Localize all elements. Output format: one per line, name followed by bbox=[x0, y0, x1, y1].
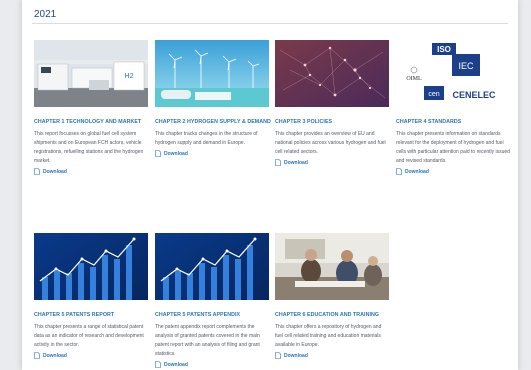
svg-text:H2: H2 bbox=[125, 73, 134, 80]
chapter-4-thumbnail[interactable]: ISO IEC OIML cen CENELEC bbox=[396, 40, 510, 107]
year-heading: 2021 bbox=[34, 9, 57, 20]
chapter-card-7: CHAPTER 6 EDUCATION AND TRAINING This ch… bbox=[275, 233, 389, 359]
oiml-logo: OIML bbox=[406, 76, 422, 82]
cenelec-logo: CENELEC bbox=[452, 90, 496, 100]
chapter-3-title[interactable]: CHAPTER 3 POLICIES bbox=[275, 119, 389, 125]
chapter-card-3: CHAPTER 3 POLICIES This chapter provides… bbox=[275, 40, 389, 166]
chapter-7-download-link[interactable]: Download bbox=[275, 352, 389, 359]
document-icon bbox=[275, 159, 281, 166]
document-icon bbox=[34, 352, 40, 359]
chapter-4-download-link[interactable]: Download bbox=[396, 168, 510, 175]
download-label: Download bbox=[284, 352, 308, 359]
chapter-5-download-link[interactable]: Download bbox=[34, 352, 148, 359]
growth-chart-image bbox=[155, 233, 269, 300]
chapter-1-thumbnail[interactable]: H2 bbox=[34, 40, 148, 107]
chapter-2-download-link[interactable]: Download bbox=[155, 150, 269, 157]
document-icon bbox=[396, 168, 402, 175]
growth-chart-image bbox=[34, 233, 148, 300]
chapter-card-4: ISO IEC OIML cen CENELEC CHAPTER 4 STAND… bbox=[396, 40, 510, 175]
reports-panel: 2021 H2 CHAPTER 1 TECHNOLOGY AND MARKET … bbox=[22, 0, 518, 370]
year-divider bbox=[32, 23, 508, 24]
chapter-2-title[interactable]: CHAPTER 2 HYDROGEN SUPPLY & DEMAND bbox=[155, 119, 271, 125]
cen-logo: cen bbox=[428, 91, 439, 98]
chapter-6-title[interactable]: CHAPTER 5 PATENTS APPENDIX bbox=[155, 312, 269, 318]
iec-logo: IEC bbox=[458, 61, 474, 71]
download-label: Download bbox=[164, 150, 188, 157]
download-label: Download bbox=[405, 168, 429, 175]
chapter-3-download-link[interactable]: Download bbox=[275, 159, 389, 166]
chapter-1-description: This report focusses on global fuel cell… bbox=[34, 131, 144, 164]
standards-logos-image: ISO IEC OIML cen CENELEC bbox=[396, 40, 510, 107]
chapter-4-title[interactable]: CHAPTER 4 STANDARDS bbox=[396, 119, 510, 125]
chapter-3-thumbnail[interactable] bbox=[275, 40, 389, 107]
chapter-card-2: CHAPTER 2 HYDROGEN SUPPLY & DEMAND This … bbox=[155, 40, 271, 157]
chapter-card-5: CHAPTER 5 PATENTS REPORT This chapter pr… bbox=[34, 233, 148, 359]
document-icon bbox=[155, 361, 161, 368]
chapter-5-description: This chapter presents a range of statist… bbox=[34, 324, 144, 348]
chapter-card-6: CHAPTER 5 PATENTS APPENDIX The patent ap… bbox=[155, 233, 269, 368]
chapter-6-download-link[interactable]: Download bbox=[155, 361, 269, 368]
chapter-1-title[interactable]: CHAPTER 1 TECHNOLOGY AND MARKET bbox=[34, 119, 148, 125]
download-label: Download bbox=[43, 352, 67, 359]
chapter-5-title[interactable]: CHAPTER 5 PATENTS REPORT bbox=[34, 312, 148, 318]
chapter-2-description: This chapter tracks changes in the struc… bbox=[155, 131, 258, 146]
network-abstract-image bbox=[275, 40, 389, 107]
chapter-card-1: H2 CHAPTER 1 TECHNOLOGY AND MARKET This … bbox=[34, 40, 148, 175]
download-label: Download bbox=[284, 159, 308, 166]
document-icon bbox=[155, 150, 161, 157]
chapter-3-description: This chapter provides an overview of EU … bbox=[275, 131, 386, 155]
chapter-5-thumbnail[interactable] bbox=[34, 233, 148, 300]
document-icon bbox=[34, 168, 40, 175]
chapter-7-title[interactable]: CHAPTER 6 EDUCATION AND TRAINING bbox=[275, 312, 389, 318]
chapter-6-description: The patent appendix report complements t… bbox=[155, 324, 260, 357]
chapter-4-description: This chapter presents information on sta… bbox=[396, 131, 510, 164]
classroom-image bbox=[275, 233, 389, 300]
chapter-2-thumbnail[interactable] bbox=[155, 40, 269, 107]
fuel-station-image: H2 bbox=[34, 40, 148, 107]
iso-logo: ISO bbox=[437, 45, 451, 54]
chapter-1-download-link[interactable]: Download bbox=[34, 168, 148, 175]
chapter-7-description: This chapter offers a repository of hydr… bbox=[275, 324, 382, 348]
wind-turbines-image bbox=[155, 40, 269, 107]
chapter-7-thumbnail[interactable] bbox=[275, 233, 389, 300]
download-label: Download bbox=[164, 361, 188, 368]
download-label: Download bbox=[43, 168, 67, 175]
chapter-6-thumbnail[interactable] bbox=[155, 233, 269, 300]
document-icon bbox=[275, 352, 281, 359]
